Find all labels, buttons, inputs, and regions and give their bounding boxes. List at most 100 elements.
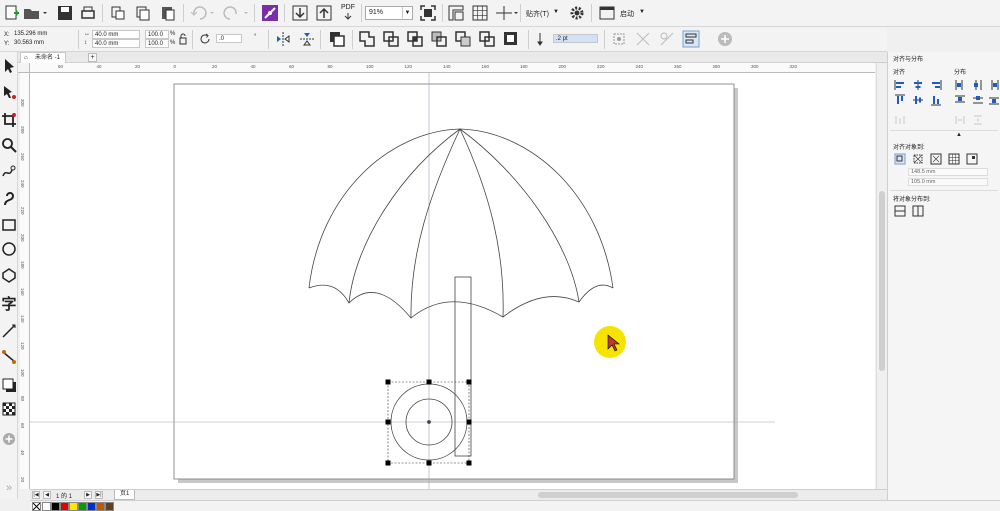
y-position-field[interactable]: 30.563 mm <box>12 39 72 48</box>
document-tab[interactable]: ⌂ 未命名 -1 <box>20 52 67 63</box>
distribute-spacing-v-icon[interactable] <box>972 114 984 126</box>
distribute-right-icon[interactable] <box>988 79 1000 91</box>
zoom-level-select[interactable]: 91% ▼ <box>365 6 413 20</box>
transparency-icon[interactable] <box>0 398 18 420</box>
text-tool-icon[interactable]: 字 <box>0 292 18 314</box>
search-content-icon[interactable] <box>260 3 280 23</box>
new-file-icon[interactable] <box>2 3 22 23</box>
color-swatch[interactable] <box>87 502 96 511</box>
intersect-icon[interactable] <box>406 30 424 48</box>
trim-icon[interactable] <box>382 30 400 48</box>
align-specified-point-icon[interactable] <box>966 153 978 165</box>
align-text-baseline-icon[interactable] <box>894 114 906 126</box>
distribute-to-selection-icon[interactable] <box>894 205 906 217</box>
pdf-icon[interactable]: PDF <box>338 3 358 23</box>
color-swatch[interactable] <box>96 502 105 511</box>
show-guidelines-icon[interactable] <box>494 3 518 23</box>
last-page-button[interactable]: ▶| <box>95 491 103 499</box>
show-grid-icon[interactable] <box>470 3 490 23</box>
prev-page-button[interactable]: ◀ <box>43 491 51 499</box>
launcher-icon[interactable] <box>597 3 617 23</box>
ruler-origin[interactable] <box>18 63 30 73</box>
distribute-bottom-icon[interactable] <box>988 94 1000 106</box>
weld-icon[interactable] <box>358 30 376 48</box>
scale-height-field[interactable]: 100.0 <box>145 39 169 48</box>
align-page-edge-icon[interactable] <box>930 153 942 165</box>
page-tab[interactable]: 页1 <box>114 490 136 500</box>
align-bottom-icon[interactable] <box>930 94 942 106</box>
create-boundary-icon[interactable] <box>502 30 520 48</box>
export-icon[interactable] <box>314 3 334 23</box>
chevron-down-icon[interactable]: ▼ <box>639 9 645 15</box>
combine-icon[interactable] <box>658 30 676 48</box>
align-x-position-field[interactable]: 148.5 mm <box>908 168 988 176</box>
add-tool-icon[interactable] <box>0 428 18 450</box>
front-minus-back-icon[interactable] <box>454 30 472 48</box>
width-field[interactable]: 40.0 mm <box>92 30 140 39</box>
freehand-tool-icon[interactable] <box>0 160 18 182</box>
pick-tool-icon[interactable] <box>0 55 18 77</box>
distribute-left-icon[interactable] <box>954 79 966 91</box>
chevron-down-icon[interactable]: ▼ <box>553 9 559 15</box>
mirror-vertical-icon[interactable] <box>298 30 316 48</box>
vertical-scroll-thumb[interactable] <box>879 191 885 371</box>
scale-width-field[interactable]: 100.0 <box>145 30 169 39</box>
expand-toolbox-icon[interactable]: » <box>0 477 18 499</box>
rectangle-tool-icon[interactable] <box>0 214 18 236</box>
new-tab-button[interactable]: + <box>88 53 97 62</box>
settings-gear-icon[interactable] <box>567 3 587 23</box>
x-position-field[interactable]: 135.296 mm <box>12 30 72 39</box>
crop-tool-icon[interactable] <box>0 109 18 131</box>
paste-icon[interactable] <box>158 3 178 23</box>
align-top-icon[interactable] <box>894 94 906 106</box>
distribute-to-page-icon[interactable] <box>912 205 924 217</box>
artistic-media-icon[interactable] <box>0 188 18 210</box>
color-swatch[interactable] <box>105 502 114 511</box>
horizontal-scroll-thumb[interactable] <box>538 492 798 498</box>
rotation-field[interactable]: .0 <box>216 34 242 43</box>
no-color-swatch[interactable] <box>32 502 41 511</box>
align-distribute-icon[interactable] <box>682 30 700 48</box>
save-icon[interactable] <box>55 3 75 23</box>
parallel-dimension-icon[interactable] <box>0 320 18 342</box>
group-icon[interactable] <box>328 30 346 48</box>
align-y-position-field[interactable]: 105.0 mm <box>908 178 988 186</box>
simplify-icon[interactable] <box>430 30 448 48</box>
color-swatch[interactable] <box>42 502 51 511</box>
connector-tool-icon[interactable] <box>0 346 18 368</box>
snap-to-menu[interactable]: 贴齐(T) <box>526 9 549 19</box>
align-active-object-icon[interactable] <box>894 153 906 165</box>
align-center-v-icon[interactable] <box>912 94 924 106</box>
copy-properties-icon[interactable] <box>108 3 128 23</box>
align-right-icon[interactable] <box>930 79 942 91</box>
import-icon[interactable] <box>290 3 310 23</box>
height-field[interactable]: 40.0 mm <box>92 39 140 48</box>
add-icon[interactable] <box>716 30 734 48</box>
copy-icon[interactable] <box>133 3 153 23</box>
outline-width-select[interactable]: .2 pt <box>553 34 598 43</box>
next-page-button[interactable]: ▶ <box>84 491 92 499</box>
ellipse-tool-icon[interactable] <box>0 238 18 260</box>
distribute-center-h-icon[interactable] <box>972 79 984 91</box>
zoom-tool-icon[interactable] <box>0 134 18 156</box>
polygon-tool-icon[interactable] <box>0 264 18 286</box>
align-grid-icon[interactable] <box>948 153 960 165</box>
launch-menu[interactable]: 启动 <box>620 9 634 19</box>
horizontal-ruler[interactable]: 60 40 20 0 20 40 60 80 100 120 140 160 180 200 220 240 2… <box>30 63 875 73</box>
vertical-ruler[interactable]: 300 280 260 240 220 200 180 160 140 120 100 80 60 40 2… <box>20 73 30 489</box>
fullscreen-icon[interactable] <box>418 3 438 23</box>
drawing-canvas[interactable] <box>30 73 875 489</box>
align-left-icon[interactable] <box>894 79 906 91</box>
color-swatch[interactable] <box>69 502 78 511</box>
vertical-scrollbar[interactable] <box>876 63 886 489</box>
color-swatch[interactable] <box>78 502 87 511</box>
open-folder-icon[interactable] <box>22 3 48 23</box>
align-snap-icon[interactable] <box>610 30 628 48</box>
distribute-spacing-h-icon[interactable] <box>954 114 966 126</box>
redo-icon[interactable] <box>222 3 252 23</box>
print-icon[interactable] <box>78 3 98 23</box>
distribute-top-icon[interactable] <box>954 94 966 106</box>
show-rulers-icon[interactable] <box>446 3 466 23</box>
distribute-center-v-icon[interactable] <box>972 94 984 106</box>
lock-ratio-icon[interactable] <box>178 31 188 49</box>
